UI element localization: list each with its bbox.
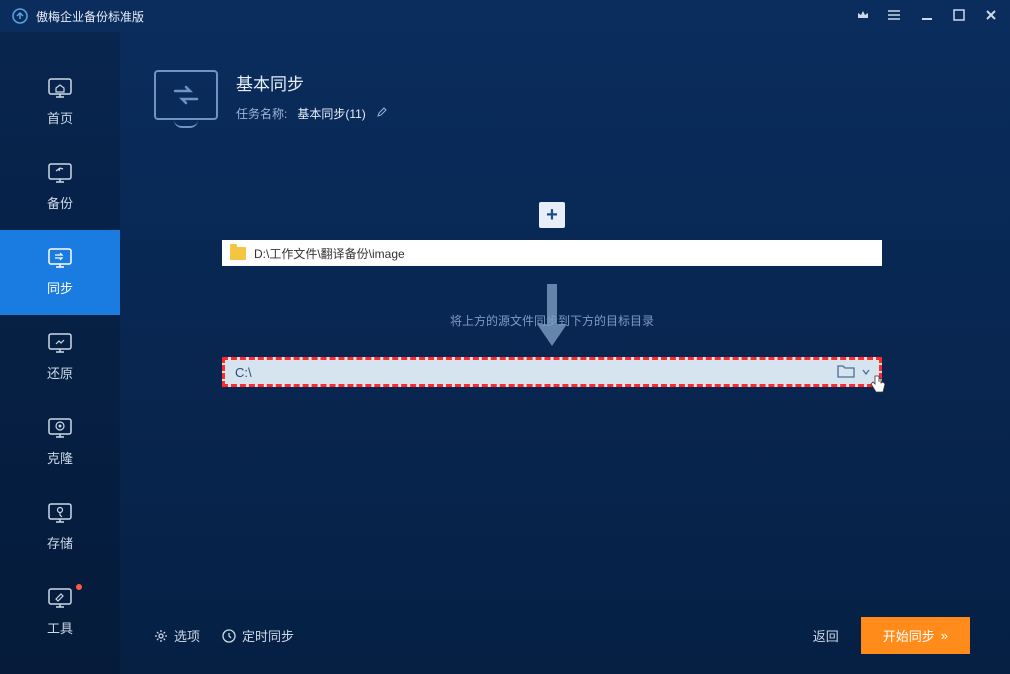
- sidebar-item-tools[interactable]: 工具: [0, 570, 120, 655]
- header-row: 基本同步 任务名称: 基本同步(11): [154, 70, 950, 122]
- bottom-left: 选项 定时同步: [154, 626, 294, 645]
- sidebar-item-label: 还原: [47, 363, 73, 382]
- sidebar-item-label: 克隆: [47, 448, 73, 467]
- folder-icon: [230, 247, 246, 260]
- sidebar-item-label: 首页: [47, 108, 73, 127]
- add-source-button[interactable]: +: [539, 202, 565, 228]
- browse-folder-icon[interactable]: [837, 364, 855, 381]
- sidebar-item-backup[interactable]: 备份: [0, 145, 120, 230]
- app-logo-icon: [12, 8, 28, 24]
- header-text: 基本同步 任务名称: 基本同步(11): [236, 70, 388, 122]
- start-label: 开始同步: [883, 626, 935, 645]
- sidebar: 首页 备份 同步 还原 克隆 存储 工具: [0, 32, 120, 674]
- bottom-bar: 选项 定时同步 返回 开始同步 »: [154, 617, 970, 654]
- source-path-bar[interactable]: D:\工作文件\翻译备份\image: [222, 240, 882, 266]
- titlebar: 傲梅企业备份标准版: [0, 0, 1010, 32]
- app-title: 傲梅企业备份标准版: [36, 8, 144, 25]
- center-area: + D:\工作文件\翻译备份\image 将上方的源文件同步到下方的目标目录 C…: [154, 202, 950, 387]
- main: 首页 备份 同步 还原 克隆 存储 工具: [0, 32, 1010, 674]
- sidebar-item-label: 存储: [47, 533, 73, 552]
- sidebar-item-label: 同步: [47, 278, 73, 297]
- clock-icon: [222, 629, 236, 643]
- source-path-text: D:\工作文件\翻译备份\image: [254, 245, 405, 262]
- sidebar-item-clone[interactable]: 克隆: [0, 400, 120, 485]
- notification-dot-icon: [76, 584, 82, 590]
- sync-hint-text: 将上方的源文件同步到下方的目标目录: [450, 312, 654, 329]
- maximize-icon[interactable]: [952, 8, 966, 25]
- cursor-hand-icon: [869, 374, 887, 394]
- minimize-icon[interactable]: [920, 8, 934, 25]
- chevron-right-icon: »: [941, 628, 948, 643]
- start-sync-button[interactable]: 开始同步 »: [861, 617, 970, 654]
- task-name: 基本同步(11): [297, 105, 365, 122]
- sidebar-item-home[interactable]: 首页: [0, 60, 120, 145]
- sidebar-item-sync[interactable]: 同步: [0, 230, 120, 315]
- titlebar-right: [856, 8, 998, 25]
- schedule-label: 定时同步: [242, 626, 294, 645]
- content: 基本同步 任务名称: 基本同步(11) + D:\工作文件\翻译备份\image…: [120, 32, 1010, 674]
- menu-list-icon[interactable]: [888, 8, 902, 25]
- sidebar-item-label: 工具: [47, 618, 73, 637]
- sync-monitor-icon: [154, 70, 218, 120]
- bottom-right: 返回 开始同步 »: [813, 617, 970, 654]
- page-title: 基本同步: [236, 70, 388, 95]
- options-button[interactable]: 选项: [154, 626, 200, 645]
- options-label: 选项: [174, 626, 200, 645]
- crown-icon[interactable]: [856, 8, 870, 25]
- titlebar-left: 傲梅企业备份标准版: [12, 8, 144, 25]
- destination-path-bar[interactable]: C:\: [222, 357, 882, 387]
- schedule-button[interactable]: 定时同步: [222, 626, 294, 645]
- sidebar-item-label: 备份: [47, 193, 73, 212]
- task-label: 任务名称:: [236, 105, 287, 122]
- sidebar-item-restore[interactable]: 还原: [0, 315, 120, 400]
- gear-icon: [154, 629, 168, 643]
- destination-actions: [837, 364, 871, 381]
- destination-path-text: C:\: [235, 365, 252, 380]
- sidebar-item-storage[interactable]: 存储: [0, 485, 120, 570]
- close-icon[interactable]: [984, 8, 998, 25]
- edit-icon[interactable]: [376, 106, 388, 121]
- task-row: 任务名称: 基本同步(11): [236, 105, 388, 122]
- back-link[interactable]: 返回: [813, 626, 839, 645]
